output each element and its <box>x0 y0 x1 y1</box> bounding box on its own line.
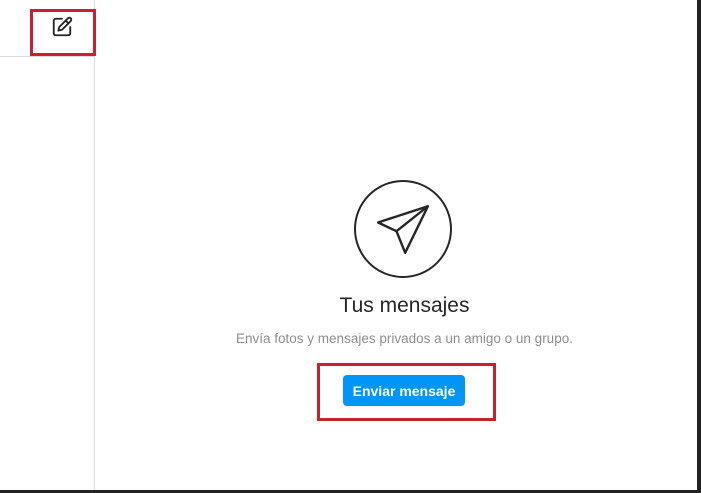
empty-state-subtitle: Envía fotos y mensajes privados a un ami… <box>236 331 573 346</box>
window-right-edge <box>697 0 701 493</box>
compose-highlight-box <box>30 9 96 56</box>
empty-state-panel: Tus mensajes Envía fotos y mensajes priv… <box>96 0 697 490</box>
paper-plane-icon <box>377 205 429 255</box>
send-button-highlight-box <box>317 363 496 421</box>
messages-page: Tus mensajes Envía fotos y mensajes priv… <box>0 0 701 493</box>
empty-state-title: Tus mensajes <box>339 294 470 317</box>
paper-plane-circle <box>354 180 452 278</box>
conversation-sidebar <box>0 0 95 490</box>
